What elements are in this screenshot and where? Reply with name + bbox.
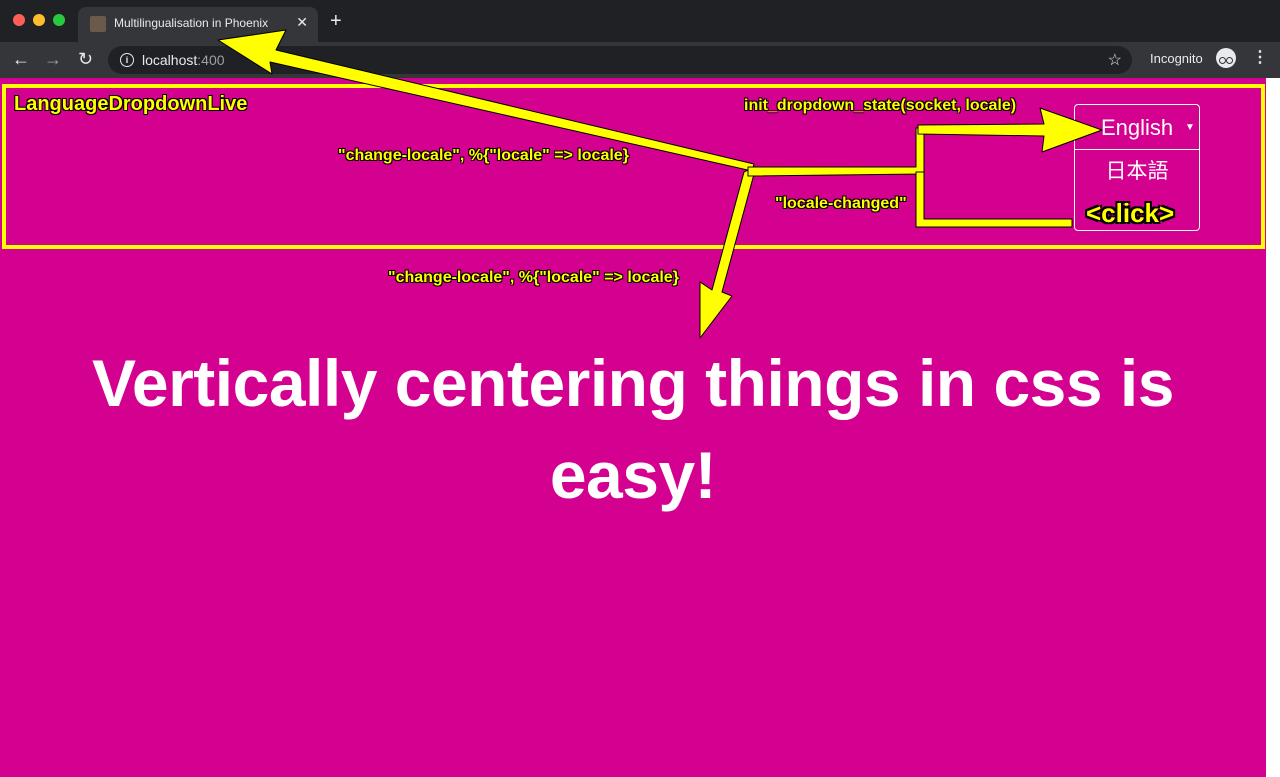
site-info-icon[interactable]: i	[120, 53, 134, 67]
reload-icon[interactable]: ↻	[78, 48, 93, 70]
incognito-label: Incognito	[1150, 51, 1203, 66]
page-headline: Vertically centering things in css is ea…	[92, 346, 1174, 512]
caret-down-icon: ▼	[1185, 122, 1195, 133]
window-maximize-button[interactable]	[53, 14, 65, 26]
dropdown-selected-label: English	[1101, 115, 1174, 140]
browser-tab[interactable]: Multilingualisation in Phoenix ✕	[78, 7, 318, 42]
annotation-change-locale-top: "change-locale", %{"locale" => locale}	[338, 147, 629, 164]
favicon-icon	[90, 16, 106, 32]
forward-arrow-icon[interactable]: →	[44, 48, 62, 70]
back-arrow-icon[interactable]: ←	[12, 48, 30, 70]
dropdown-option-japanese[interactable]: 日本語	[1075, 155, 1199, 185]
address-bar[interactable]: i localhost:400 ☆	[108, 46, 1132, 74]
incognito-icon[interactable]	[1216, 48, 1236, 68]
window-minimize-button[interactable]	[33, 14, 45, 26]
liveview-name-label: LanguageDropdownLive	[14, 93, 248, 115]
annotation-change-locale-bottom: "change-locale", %{"locale" => locale}	[388, 269, 679, 286]
url-text[interactable]: localhost:400	[142, 52, 225, 68]
annotation-locale-changed: "locale-changed"	[775, 195, 907, 212]
bookmark-star-icon[interactable]: ☆	[1108, 50, 1122, 70]
annotation-init-dropdown: init_dropdown_state(socket, locale)	[744, 97, 1017, 114]
new-tab-button[interactable]: +	[330, 11, 342, 31]
tab-close-icon[interactable]: ✕	[296, 14, 308, 31]
page-scrollbar[interactable]	[1266, 78, 1280, 777]
window-close-button[interactable]	[13, 14, 25, 26]
dropdown-selected[interactable]: English ▼	[1075, 105, 1199, 150]
browser-menu-icon[interactable]: ⋮	[1252, 50, 1268, 66]
annotation-click: <click>	[1086, 198, 1175, 228]
browser-tab-bar: Multilingualisation in Phoenix ✕ +	[0, 0, 1280, 42]
browser-toolbar: ← → ↻ i localhost:400 ☆	[0, 42, 1280, 78]
tab-title: Multilingualisation in Phoenix	[114, 16, 269, 30]
